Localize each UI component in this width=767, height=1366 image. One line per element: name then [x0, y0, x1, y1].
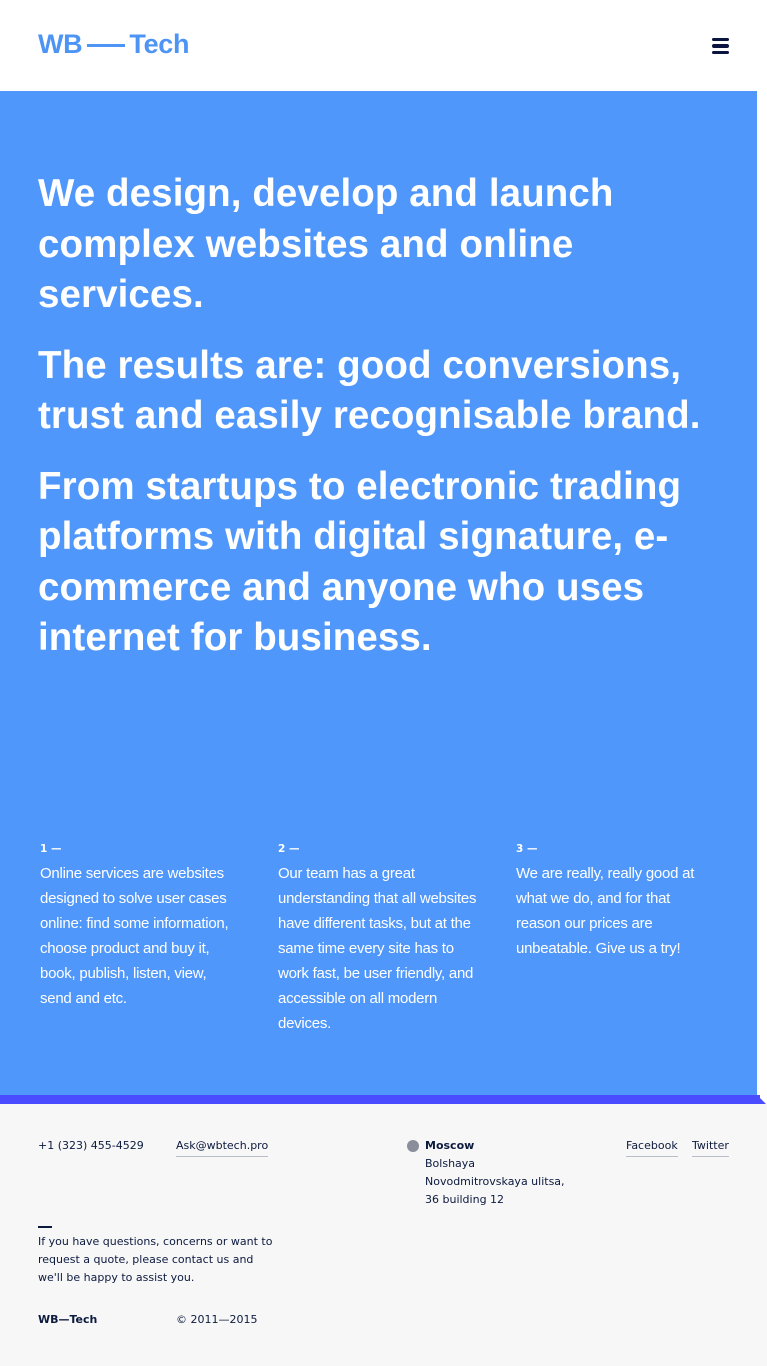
feature-text: We are really, really good at what we do…: [516, 865, 695, 957]
hamburger-menu-icon[interactable]: [712, 38, 730, 55]
feature-number: 3 —: [516, 843, 538, 855]
contact-note: If you have questions, concerns or want …: [38, 1235, 273, 1284]
feature-column-2: 2 — Our team has a great understanding t…: [278, 841, 483, 1036]
address-line: Bolshaya: [425, 1157, 476, 1170]
site-footer: +1 (323) 455-4529 Ask@wbtech.pro Moscow …: [0, 1104, 767, 1366]
twitter-link[interactable]: Twitter: [692, 1137, 729, 1157]
city-name: Moscow: [425, 1139, 475, 1152]
menu-bar: [712, 38, 729, 42]
site-header: WB Tech: [0, 0, 767, 91]
address-line: 36 building 12: [425, 1193, 505, 1206]
feature-column-3: 3 — We are really, really good at what w…: [516, 841, 701, 961]
copyright: © 2011—2015: [176, 1313, 258, 1326]
accent-stripe: [0, 1095, 760, 1104]
location-pin-icon: [407, 1140, 419, 1152]
logo-text-tech: Tech: [129, 28, 190, 59]
logo[interactable]: WB Tech: [38, 28, 190, 60]
logo-text-wb: WB: [38, 28, 83, 59]
footer-brand[interactable]: WB—Tech: [38, 1311, 97, 1329]
facebook-link[interactable]: Facebook: [626, 1137, 678, 1157]
menu-bar: [712, 50, 729, 55]
hero-statement: We design, develop and launch complex we…: [38, 172, 614, 316]
phone-link[interactable]: +1 (323) 455-4529: [38, 1137, 144, 1155]
accent-stripe-corner: [757, 1095, 767, 1105]
note-dash: [38, 1226, 52, 1228]
feature-number: 1 —: [40, 843, 62, 855]
hero-statement: The results are: good conversions, trust…: [38, 343, 701, 438]
address: Bolshaya Novodmitrovskaya ulitsa, 36 bui…: [425, 1155, 565, 1209]
feature-number: 2 —: [278, 843, 300, 855]
logo-dash: [87, 43, 126, 47]
feature-text: Online services are websites designed to…: [40, 865, 229, 1007]
hero-section: We design, develop and launch complex we…: [0, 91, 757, 1095]
feature-text: Our team has a great understanding that …: [278, 865, 477, 1032]
hero-statement: From startups to electronic trading plat…: [38, 464, 682, 660]
menu-bar: [712, 44, 729, 48]
address-line: Novodmitrovskaya ulitsa,: [425, 1175, 565, 1188]
feature-column-1: 1 — Online services are websites designe…: [40, 841, 240, 1011]
email-link[interactable]: Ask@wbtech.pro: [176, 1137, 269, 1157]
hero-statements: We design, develop and launch complex we…: [38, 169, 728, 684]
